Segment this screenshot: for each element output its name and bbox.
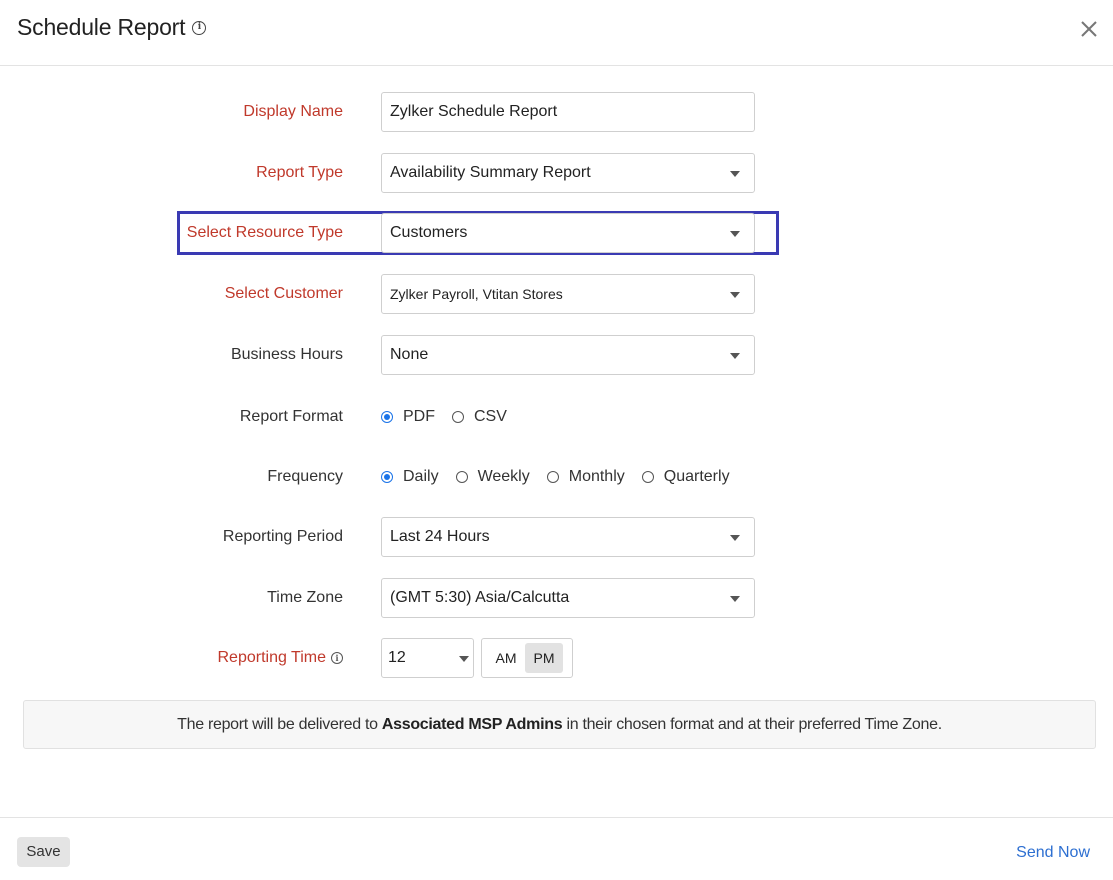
send-now-link[interactable]: Send Now <box>1016 844 1090 862</box>
resource-type-label: Select Resource Type <box>186 224 343 241</box>
reporting-period-select[interactable]: Last 24 Hours <box>381 517 755 557</box>
frequency-option-weekly[interactable]: Weekly <box>455 468 530 486</box>
frequency-option-monthly[interactable]: Monthly <box>546 468 625 486</box>
reporting-period-row: Reporting Period Last 24 Hours <box>0 517 1113 557</box>
radio-label: CSV <box>474 408 507 425</box>
resource-type-select[interactable]: Customers <box>381 213 755 253</box>
dialog-footer: Save Send Now <box>0 817 1113 880</box>
time-zone-value: (GMT 5:30) Asia/Calcutta <box>390 589 570 606</box>
chevron-down-icon <box>459 656 469 662</box>
customer-select[interactable]: Zylker Payroll, Vtitan Stores <box>381 274 755 314</box>
hour-select[interactable]: 12 <box>381 638 474 678</box>
display-name-row: Display Name Zylker Schedule Report <box>0 92 1113 132</box>
time-zone-select[interactable]: (GMT 5:30) Asia/Calcutta <box>381 578 755 618</box>
business-hours-label: Business Hours <box>230 346 343 363</box>
display-name-input[interactable]: Zylker Schedule Report <box>381 92 755 132</box>
radio-selected-icon <box>381 411 393 423</box>
frequency-radio-group: Daily Weekly Monthly Quarterly <box>381 457 747 497</box>
chevron-down-icon <box>730 292 740 298</box>
chevron-down-icon <box>730 596 740 602</box>
reporting-period-value: Last 24 Hours <box>390 528 490 545</box>
radio-label: Daily <box>403 468 439 485</box>
resource-type-row: Select Resource Type Customers <box>0 213 1113 253</box>
chevron-down-icon <box>730 171 740 177</box>
notice-recipients: Associated MSP Admins <box>381 716 563 733</box>
report-format-radio-group: PDF CSV <box>381 397 524 437</box>
report-format-row: Report Format PDF CSV <box>0 397 1113 437</box>
reporting-time-label: Reporting Time i <box>217 638 343 678</box>
radio-unselected-icon <box>546 471 559 483</box>
resource-type-value: Customers <box>390 224 468 241</box>
radio-label: PDF <box>403 408 435 425</box>
report-format-option-csv[interactable]: CSV <box>452 408 507 426</box>
display-name-label: Display Name <box>243 103 343 120</box>
report-type-label: Report Type <box>256 164 343 181</box>
frequency-label: Frequency <box>267 468 343 485</box>
business-hours-row: Business Hours None <box>0 335 1113 375</box>
save-button[interactable]: Save <box>17 837 70 867</box>
radio-unselected-icon <box>455 471 468 483</box>
close-icon[interactable] <box>1075 13 1103 41</box>
radio-selected-icon <box>381 471 393 483</box>
pm-button[interactable]: PM <box>525 643 563 673</box>
title-text: Schedule Report <box>17 14 186 40</box>
chevron-down-icon <box>730 231 740 237</box>
radio-label: Quarterly <box>663 468 730 485</box>
report-type-select[interactable]: Availability Summary Report <box>381 153 755 193</box>
report-format-option-pdf[interactable]: PDF <box>381 408 435 426</box>
frequency-row: Frequency Daily Weekly Monthly Quarterly <box>0 457 1113 497</box>
radio-unselected-icon <box>641 471 654 483</box>
frequency-option-quarterly[interactable]: Quarterly <box>641 468 730 486</box>
radio-label: Monthly <box>568 468 625 485</box>
customer-value: Zylker Payroll, Vtitan Stores <box>390 286 563 302</box>
business-hours-select[interactable]: None <box>381 335 755 375</box>
dialog-header: Schedule Report i <box>0 0 1113 66</box>
report-type-value: Availability Summary Report <box>390 164 591 181</box>
business-hours-value: None <box>390 346 429 363</box>
page-title: Schedule Report i <box>17 14 207 41</box>
chevron-down-icon <box>730 535 740 541</box>
am-button[interactable]: AM <box>487 643 525 673</box>
frequency-option-daily[interactable]: Daily <box>381 468 439 486</box>
hour-value: 12 <box>388 649 406 666</box>
reporting-period-label: Reporting Period <box>222 528 343 545</box>
delivery-notice: The report will be delivered to Associat… <box>23 700 1096 749</box>
radio-label: Weekly <box>477 468 530 485</box>
notice-prefix: The report will be delivered to <box>177 716 382 733</box>
report-format-label: Report Format <box>239 408 343 425</box>
radio-unselected-icon <box>452 411 464 423</box>
report-type-row: Report Type Availability Summary Report <box>0 153 1113 193</box>
time-zone-label: Time Zone <box>267 589 343 606</box>
customer-label: Select Customer <box>224 285 343 302</box>
reporting-time-row: Reporting Time i 12 AM PM <box>0 638 1113 678</box>
am-pm-toggle: AM PM <box>481 638 573 678</box>
chevron-down-icon <box>730 353 740 359</box>
info-icon[interactable]: i <box>331 652 343 664</box>
time-zone-row: Time Zone (GMT 5:30) Asia/Calcutta <box>0 578 1113 618</box>
notice-suffix: in their chosen format and at their pref… <box>562 716 942 733</box>
info-icon[interactable]: i <box>192 20 207 35</box>
reporting-time-label-text: Reporting Time <box>217 649 327 666</box>
customer-row: Select Customer Zylker Payroll, Vtitan S… <box>0 274 1113 314</box>
